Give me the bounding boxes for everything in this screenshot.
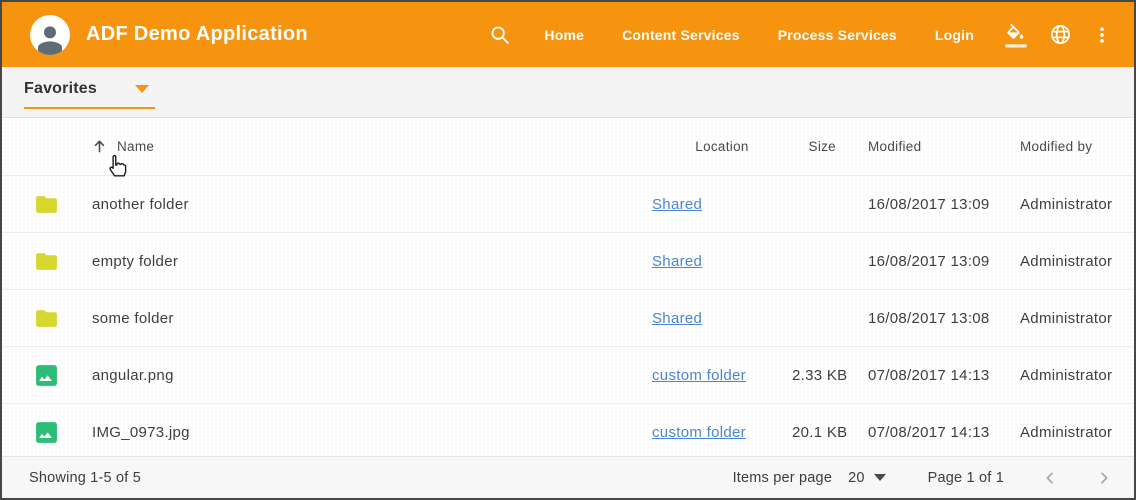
globe-icon: [1049, 23, 1072, 46]
table-row[interactable]: empty folder Shared 16/08/2017 13:09 Adm…: [2, 233, 1134, 290]
column-header-location[interactable]: Location: [652, 139, 792, 154]
favorites-dropdown[interactable]: Favorites: [24, 76, 155, 109]
chevron-right-icon: [1096, 470, 1112, 486]
row-name[interactable]: some folder: [90, 310, 652, 327]
row-name[interactable]: IMG_0973.jpg: [90, 424, 652, 441]
row-location-link[interactable]: Shared: [652, 310, 702, 327]
chevron-left-icon: [1042, 470, 1058, 486]
search-icon: [489, 24, 511, 46]
items-per-page-label: Items per page: [733, 470, 833, 486]
table-row[interactable]: angular.png custom folder 2.33 KB 07/08/…: [2, 347, 1134, 404]
showing-range-label: Showing 1-5 of 5: [29, 470, 141, 486]
row-modified: 07/08/2017 14:13: [852, 424, 1004, 441]
caret-down-icon: [874, 474, 886, 481]
row-name[interactable]: angular.png: [90, 367, 652, 384]
row-size: 2.33 KB: [792, 367, 852, 384]
table-header-row: Name Location Size Modified Modified by: [2, 118, 1134, 176]
row-modified-by: Administrator: [1004, 196, 1134, 213]
row-location-link[interactable]: Shared: [652, 196, 702, 213]
items-per-page-select[interactable]: 20: [848, 470, 886, 486]
row-modified: 16/08/2017 13:08: [852, 310, 1004, 327]
column-header-size[interactable]: Size: [792, 139, 852, 154]
column-header-name[interactable]: Name: [90, 139, 652, 154]
column-header-modified-by[interactable]: Modified by: [1004, 139, 1134, 154]
search-button[interactable]: [489, 24, 511, 46]
app-window: ADF Demo Application Home Content Servic…: [0, 0, 1136, 500]
row-modified-by: Administrator: [1004, 310, 1134, 327]
table-row[interactable]: some folder Shared 16/08/2017 13:08 Admi…: [2, 290, 1134, 347]
row-modified-by: Administrator: [1004, 253, 1134, 270]
column-header-name-label: Name: [117, 139, 154, 154]
folder-icon: [34, 192, 59, 217]
table-row[interactable]: another folder Shared 16/08/2017 13:09 A…: [2, 176, 1134, 233]
nav-item-login[interactable]: Login: [916, 17, 993, 53]
paint-bucket-icon: [1003, 22, 1029, 48]
folder-icon: [34, 249, 59, 274]
app-header: ADF Demo Application Home Content Servic…: [2, 2, 1134, 67]
row-location-link[interactable]: custom folder: [652, 424, 746, 441]
row-modified-by: Administrator: [1004, 424, 1134, 441]
more-options-button[interactable]: [1082, 18, 1112, 52]
kebab-menu-icon: [1092, 24, 1112, 46]
main-nav: Home Content Services Process Services L…: [525, 17, 993, 53]
row-size: 20.1 KB: [792, 424, 852, 441]
nav-item-home[interactable]: Home: [525, 17, 603, 53]
theme-picker-button[interactable]: [993, 16, 1039, 54]
app-title: ADF Demo Application: [86, 23, 308, 46]
row-location-link[interactable]: custom folder: [652, 367, 746, 384]
image-icon: [34, 420, 59, 445]
avatar: [30, 15, 70, 55]
row-name[interactable]: another folder: [90, 196, 652, 213]
row-name[interactable]: empty folder: [90, 253, 652, 270]
paginator: Showing 1-5 of 5 Items per page 20 Page …: [2, 456, 1134, 498]
row-modified: 16/08/2017 13:09: [852, 196, 1004, 213]
image-icon: [34, 363, 59, 388]
previous-page-button[interactable]: [1042, 470, 1058, 486]
folder-icon: [34, 306, 59, 331]
row-modified-by: Administrator: [1004, 367, 1134, 384]
table-row[interactable]: IMG_0973.jpg custom folder 20.1 KB 07/08…: [2, 404, 1134, 461]
nav-item-content-services[interactable]: Content Services: [603, 17, 759, 53]
person-icon: [33, 21, 67, 55]
favorites-label: Favorites: [24, 80, 97, 98]
row-location-link[interactable]: Shared: [652, 253, 702, 270]
language-button[interactable]: [1039, 17, 1082, 52]
nav-item-process-services[interactable]: Process Services: [759, 17, 916, 53]
content-toolbar: Favorites: [2, 67, 1134, 118]
column-header-modified[interactable]: Modified: [852, 139, 1004, 154]
row-modified: 07/08/2017 14:13: [852, 367, 1004, 384]
next-page-button[interactable]: [1096, 470, 1112, 486]
favorites-table: Name Location Size Modified Modified by …: [2, 118, 1134, 461]
items-per-page-value: 20: [848, 470, 865, 486]
page-status-label: Page 1 of 1: [928, 470, 1004, 486]
caret-down-icon: [135, 85, 149, 93]
sort-arrow-up-icon: [92, 139, 107, 154]
row-modified: 16/08/2017 13:09: [852, 253, 1004, 270]
